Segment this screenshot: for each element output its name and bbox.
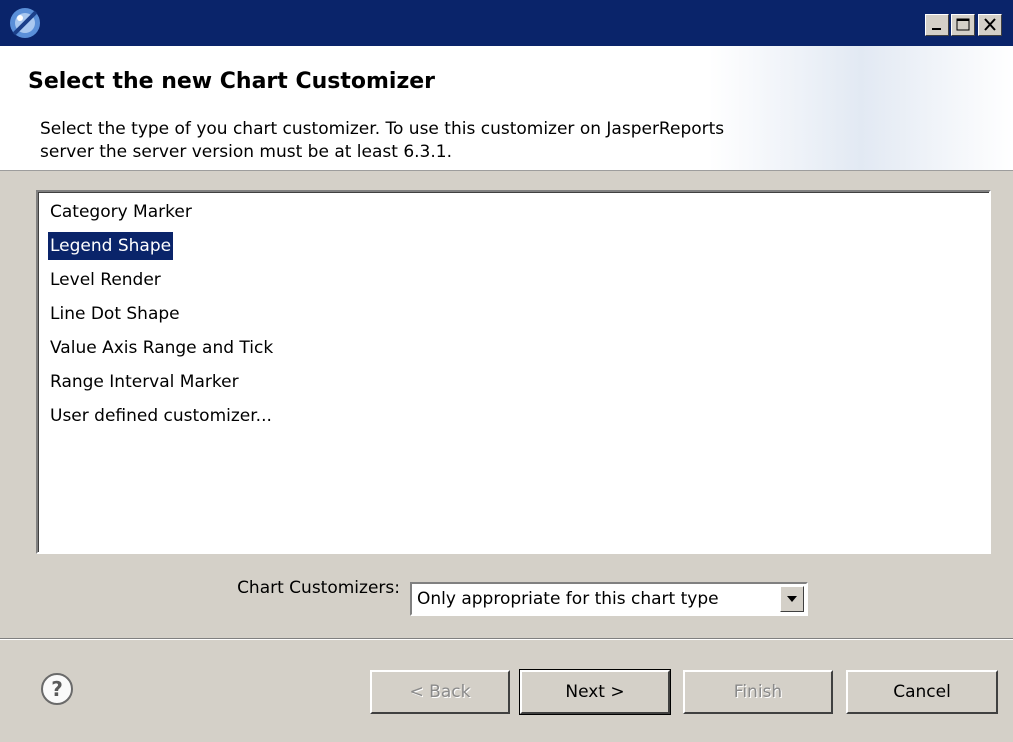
next-button-label: Next > [565,682,625,702]
close-icon [984,18,996,31]
dropdown-button[interactable] [780,586,804,612]
maximize-icon [956,18,970,31]
page-description: Select the type of you chart customizer.… [40,119,725,162]
help-icon[interactable]: ? [40,672,74,706]
back-button-label: < Back [409,682,471,702]
customizer-list[interactable]: Category Marker Legend Shape Level Rende… [36,190,991,554]
minimize-icon [932,28,941,30]
chart-customizers-value: Only appropriate for this chart type [417,589,719,609]
wizard-header: Select the new Chart Customizer Select t… [0,46,1013,171]
list-item[interactable]: Level Render [48,266,163,294]
list-item[interactable]: User defined customizer... [48,402,274,430]
maximize-button[interactable] [951,14,975,36]
chart-customizers-label: Chart Customizers: [237,578,400,598]
list-item[interactable]: Line Dot Shape [48,300,182,328]
list-item[interactable]: Range Interval Marker [48,368,241,396]
jaspersoft-app-icon [10,8,40,38]
back-button[interactable]: < Back [370,670,510,714]
svg-text:?: ? [51,677,63,701]
page-title: Select the new Chart Customizer [28,69,436,94]
chart-customizers-select[interactable]: Only appropriate for this chart type [410,582,808,616]
cancel-button-label: Cancel [893,682,951,702]
list-item[interactable]: Value Axis Range and Tick [48,334,275,362]
chevron-down-icon [787,596,797,602]
minimize-button[interactable] [925,14,949,36]
close-button[interactable] [978,14,1002,36]
list-item[interactable]: Category Marker [48,198,194,226]
finish-button-label: Finish [733,682,783,702]
title-bar [0,0,1013,46]
separator [0,638,1013,640]
finish-button[interactable]: Finish [683,670,833,714]
next-button[interactable]: Next > [519,669,671,715]
cancel-button[interactable]: Cancel [846,670,998,714]
list-item[interactable]: Legend Shape [46,231,175,261]
